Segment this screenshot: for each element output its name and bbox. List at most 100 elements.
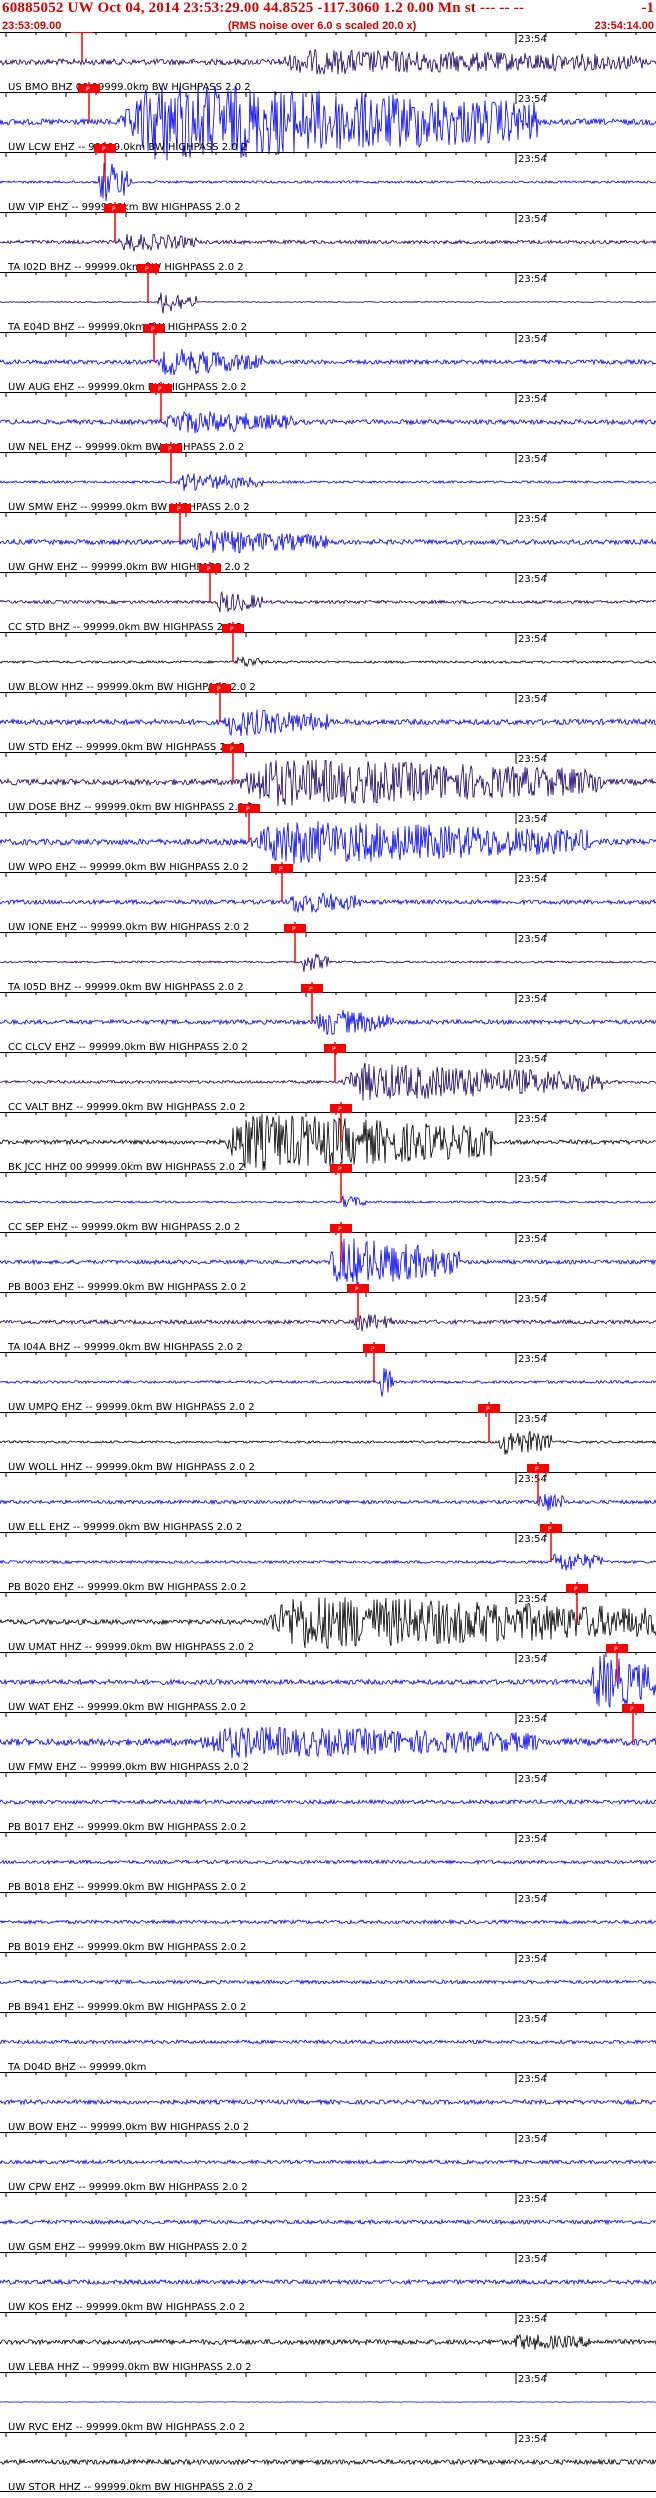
minute-tick-label: 23:54 <box>518 154 547 165</box>
waveform-trace <box>0 2333 656 2351</box>
pick-label: P <box>279 866 283 873</box>
end-time: 23:54:14.00 <box>594 20 654 32</box>
waveform-trace <box>0 473 656 491</box>
waveform-trace <box>0 1493 656 1511</box>
waveform-trace <box>0 1978 656 1985</box>
waveform-trace <box>0 1918 656 1926</box>
pick-label: P <box>614 1646 618 1653</box>
event-title: 60885052 UW Oct 04, 2014 23:53:29.00 44.… <box>2 0 525 16</box>
station-label: UW CPW EHZ -- 99999.0km BW HIGHPASS 2.0 … <box>8 2182 248 2193</box>
minute-tick-label: 23:54 <box>518 1114 547 1125</box>
waveform-trace <box>0 1314 656 1332</box>
minute-tick-label: 23:54 <box>518 814 547 825</box>
pick-label: P <box>338 1106 342 1113</box>
pick-label: P <box>86 86 90 93</box>
station-label: UW IONE EHZ -- 99999.0km BW HIGHPASS 2.0… <box>8 922 249 933</box>
minute-tick-label: 23:54 <box>518 1414 547 1425</box>
station-label: PB B020 EHZ -- 99999.0km BW HIGHPASS 2.0… <box>8 1582 246 1593</box>
minute-tick-label: 23:54 <box>518 274 547 285</box>
waveform-trace <box>0 1597 656 1650</box>
waveform-trace <box>0 529 656 554</box>
pick-label: P <box>535 1466 539 1473</box>
minute-tick-label: 23:54 <box>518 1354 547 1365</box>
pick-label: P <box>630 1706 634 1713</box>
station-label: CC CLCV EHZ -- 99999.0km BW HIGHPASS 2.0… <box>8 1042 248 1053</box>
minute-tick-label: 23:54 <box>518 1294 547 1305</box>
minute-tick-label: 23:54 <box>518 454 547 465</box>
minute-tick-label: 23:54 <box>518 2254 547 2265</box>
waveform-trace <box>0 1431 656 1455</box>
waveform-trace <box>0 1010 656 1036</box>
pick-label: P <box>332 1046 336 1053</box>
station-label: UW FMW EHZ -- 99999.0km BW HIGHPASS 2.0 … <box>8 1762 249 1773</box>
waveform-trace <box>0 2098 656 2106</box>
pick-label: P <box>168 446 172 453</box>
station-label: TA I04A BHZ -- 99999.0km BW HIGHPASS 2.0… <box>7 1342 243 1353</box>
waveform-trace <box>0 1062 656 1101</box>
minute-tick-label: 23:54 <box>518 1234 547 1245</box>
minute-tick-label: 23:54 <box>518 994 547 1005</box>
pick-label: P <box>112 206 116 213</box>
station-label: UW STD EHZ -- 99999.0km BW HIGHPASS 2.0 … <box>8 742 245 753</box>
station-label: UW DOSE BHZ -- 99999.0km BW HIGHPASS 2.0… <box>8 802 254 813</box>
waveform-trace <box>0 821 656 865</box>
waveform-trace <box>0 2218 656 2226</box>
minute-tick-label: 23:54 <box>518 1654 547 1665</box>
minute-tick-label: 23:54 <box>518 214 547 225</box>
station-label: UW SMW EHZ -- 99999.0km BW HIGHPASS 2.0 … <box>8 502 250 513</box>
station-label: UW KOS EHZ -- 99999.0km BW HIGHPASS 2.0 … <box>8 2302 245 2313</box>
pick-label: P <box>102 146 106 153</box>
station-label: UW UMPQ EHZ -- 99999.0km BW HIGHPASS 2.0… <box>8 1402 255 1413</box>
station-label: PB B941 EHZ -- 99999.0km BW HIGHPASS 2.0… <box>8 2002 246 2013</box>
station-label: TA D04D BHZ -- 99999.0km <box>7 2062 146 2073</box>
waveform-trace <box>0 410 656 434</box>
waveform-trace <box>0 953 656 972</box>
minute-tick-label: 23:54 <box>518 754 547 765</box>
pick-label: P <box>338 1226 342 1233</box>
minute-tick-label: 23:54 <box>518 394 547 405</box>
waveform-trace <box>0 1195 656 1208</box>
minute-tick-label: 23:54 <box>518 2194 547 2205</box>
station-label: BK JCC HHZ 00 99999.0km BW HIGHPASS 2.0 … <box>8 1162 245 1173</box>
station-label: PB B017 EHZ -- 99999.0km BW HIGHPASS 2.0… <box>8 1822 246 1833</box>
station-label: PB B018 EHZ -- 99999.0km BW HIGHPASS 2.0… <box>8 1882 246 1893</box>
minute-tick-label: 23:54 <box>518 874 547 885</box>
pick-label: P <box>207 566 211 573</box>
plot-header: 60885052 UW Oct 04, 2014 23:53:29.00 44.… <box>0 0 656 22</box>
minute-tick-label: 23:54 <box>518 2014 547 2025</box>
minute-tick-label: 23:54 <box>518 1474 547 1485</box>
waveform-trace <box>0 2159 656 2166</box>
station-label: UW LEBA HHZ -- 99999.0km BW HIGHPASS 2.0… <box>8 2362 252 2373</box>
station-label: TA E04D BHZ -- 99999.0km BW HIGHPASS 2.0… <box>7 322 247 333</box>
minute-tick-label: 23:54 <box>518 514 547 525</box>
pick-label: P <box>246 806 250 813</box>
minute-tick-label: 23:54 <box>518 94 547 105</box>
minute-tick-label: 23:54 <box>518 1054 547 1065</box>
minute-tick-label: 23:54 <box>518 34 547 45</box>
station-label: UW ELL EHZ -- 99999.0km BW HIGHPASS 2.0 … <box>8 1522 242 1533</box>
station-label: UW AUG EHZ -- 99999.0km BW HIGHPASS 2.0 … <box>8 382 247 393</box>
minute-tick-label: 23:54 <box>518 1774 547 1785</box>
pick-label: P <box>486 1406 490 1413</box>
pick-label: P <box>371 1346 375 1353</box>
minute-tick-label: 23:54 <box>518 2434 547 2445</box>
waveform-trace <box>0 1553 656 1571</box>
pick-label: P <box>217 686 221 693</box>
station-label: PB B003 EHZ -- 99999.0km BW HIGHPASS 2.0… <box>8 1282 246 1293</box>
waveform-trace <box>0 709 656 737</box>
waveform-trace <box>0 2278 656 2286</box>
minute-tick-label: 23:54 <box>518 2074 547 2085</box>
minute-tick-label: 23:54 <box>518 1954 547 1965</box>
pick-label: P <box>158 386 162 393</box>
pick-label: P <box>230 746 234 753</box>
waveform-trace <box>0 655 656 668</box>
pick-label: P <box>230 626 234 633</box>
pick-label: P <box>151 326 155 333</box>
station-label: UW BOW EHZ -- 99999.0km BW HIGHPASS 2.0 … <box>8 2122 249 2133</box>
scaling-note: (RMS noise over 6.0 s scaled 20.0 x) <box>228 20 417 32</box>
pick-label: P <box>292 926 296 933</box>
waveform-trace <box>0 590 656 613</box>
waveform-trace <box>0 162 656 201</box>
station-label: UW NEL EHZ -- 99999.0km BW HIGHPASS 2.0 … <box>8 442 244 453</box>
waveform-trace <box>0 1726 656 1759</box>
